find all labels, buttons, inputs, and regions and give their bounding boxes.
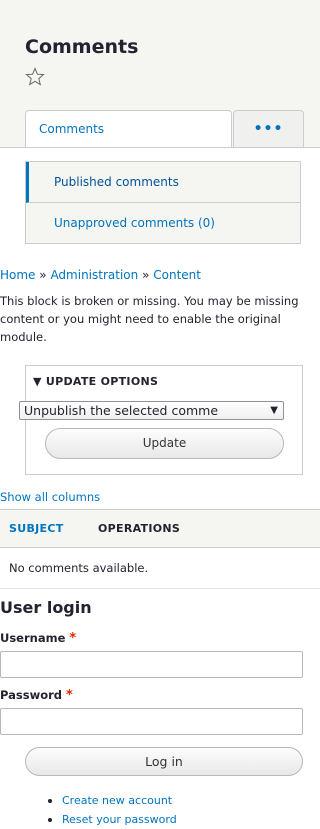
required-mark: *: [66, 688, 73, 703]
update-options-toggle[interactable]: ▼ UPDATE OPTIONS: [33, 375, 158, 388]
subtab-unapproved-comments[interactable]: Unapproved comments (0): [26, 203, 300, 244]
empty-table-message: No comments available.: [0, 548, 320, 589]
column-header-subject[interactable]: SUBJECT: [9, 510, 64, 547]
tab-comments[interactable]: Comments: [25, 110, 232, 147]
primary-tabs: Comments •••: [25, 110, 304, 148]
username-label-text: Username: [0, 631, 66, 645]
password-label: Password *: [0, 688, 73, 703]
column-header-operations: OPERATIONS: [98, 522, 181, 535]
secondary-tabs: Published comments Unapproved comments (…: [25, 161, 301, 244]
create-account-link[interactable]: Create new account: [62, 794, 172, 807]
page-header: Comments Comments •••: [0, 0, 320, 148]
tabs-more-button[interactable]: •••: [233, 110, 304, 147]
list-item: Create new account: [0, 791, 177, 810]
star-icon[interactable]: [25, 67, 45, 87]
action-select-value: Unpublish the selected comme: [24, 403, 219, 418]
login-title: User login: [0, 598, 92, 617]
breadcrumb: Home » Administration » Content: [0, 268, 201, 282]
reset-password-link[interactable]: Reset your password: [62, 813, 177, 826]
required-mark: *: [69, 631, 77, 646]
table-header: SUBJECT OPERATIONS: [0, 509, 320, 548]
select-arrow-icon: ▼: [270, 405, 278, 416]
breadcrumb-home[interactable]: Home: [0, 268, 35, 282]
list-item: Reset your password: [0, 810, 177, 829]
login-button[interactable]: Log in: [25, 747, 303, 776]
page-title: Comments: [25, 36, 139, 58]
breadcrumb-separator: »: [39, 268, 47, 282]
update-button[interactable]: Update: [45, 428, 284, 459]
breadcrumb-separator: »: [142, 268, 150, 282]
subtab-published-comments[interactable]: Published comments: [26, 162, 300, 203]
breadcrumb-content[interactable]: Content: [153, 268, 201, 282]
password-input[interactable]: [0, 708, 303, 735]
action-select[interactable]: Unpublish the selected comme ▼: [19, 401, 284, 420]
login-links: Create new account Reset your password: [0, 791, 177, 829]
broken-block-message: This block is broken or missing. You may…: [0, 294, 299, 344]
username-input[interactable]: [0, 651, 303, 678]
username-label: Username *: [0, 631, 76, 646]
show-all-columns-link[interactable]: Show all columns: [0, 490, 100, 504]
breadcrumb-administration[interactable]: Administration: [50, 268, 138, 282]
password-label-text: Password: [0, 688, 62, 702]
